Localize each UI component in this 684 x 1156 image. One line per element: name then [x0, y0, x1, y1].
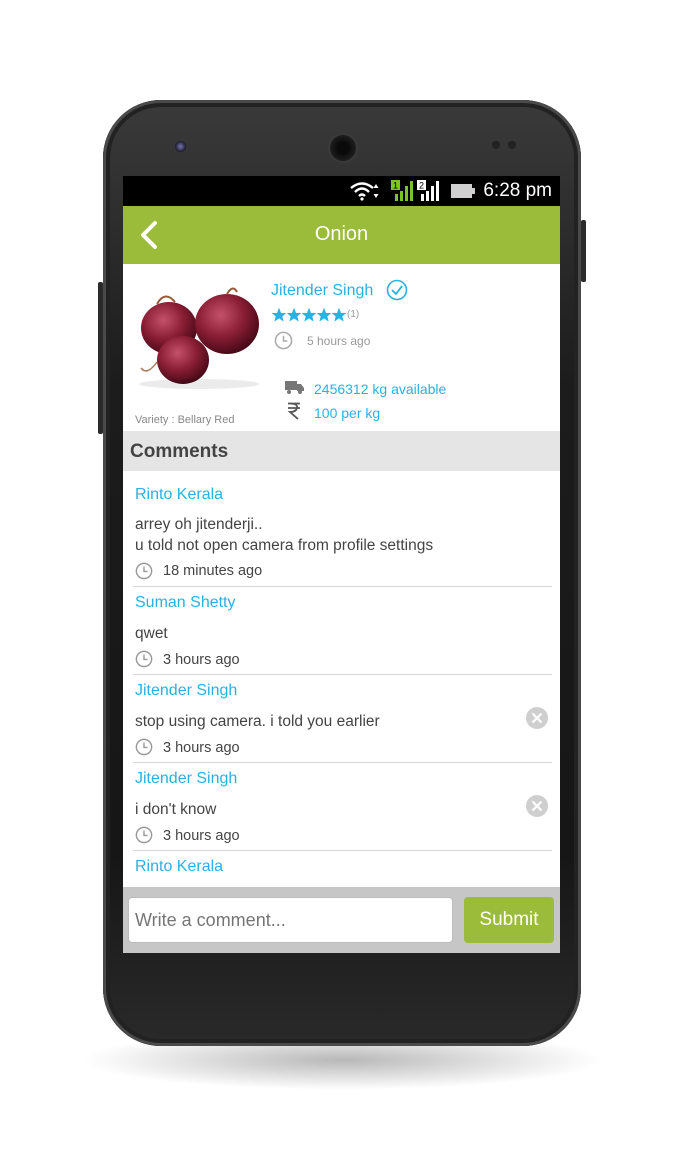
comment-item: Rinto Kerala [133, 851, 552, 887]
proximity-sensor [492, 141, 500, 149]
rating-count: (1) [347, 309, 360, 320]
comment-input[interactable] [128, 897, 453, 943]
star-icon [331, 307, 347, 322]
svg-text:2: 2 [419, 181, 424, 191]
comment-author[interactable]: Rinto Kerala [135, 486, 223, 504]
comment-time: 3 hours ago [163, 652, 240, 668]
sim2-signal-icon: 2 [417, 180, 439, 201]
variety-label: Variety : Bellary Red [135, 414, 235, 426]
power-button [581, 220, 586, 282]
seller-name[interactable]: Jitender Singh [271, 282, 373, 300]
rating-stars [271, 307, 351, 323]
earpiece-speaker [328, 133, 358, 163]
light-sensor [508, 141, 516, 149]
star-icon [286, 307, 302, 322]
availability: 2456312 kg available [314, 381, 447, 397]
star-icon [301, 307, 317, 322]
status-time: 6:28 pm [483, 180, 552, 201]
clock-icon [135, 562, 153, 580]
comments-heading: Comments [130, 441, 229, 462]
comment-time: 18 minutes ago [163, 563, 263, 579]
price: 100 per kg [314, 405, 381, 421]
comment-text: stop using camera. i told you earlier [135, 713, 380, 730]
svg-text:1: 1 [393, 181, 398, 191]
battery-icon [451, 184, 475, 198]
comment-composer: Submit [123, 887, 560, 953]
clock-icon [135, 650, 153, 668]
comment-author[interactable]: Rinto Kerala [135, 858, 223, 876]
comment-item: Rinto Kerala arrey oh jitenderji.. u tol… [133, 472, 552, 587]
clock-icon [135, 826, 153, 844]
clock-icon [135, 738, 153, 756]
truck-icon [285, 381, 304, 394]
clock-icon [274, 331, 293, 350]
onion-image [139, 287, 259, 389]
rupee-icon [287, 402, 300, 420]
comment-item: Jitender Singh i don't know 3 hours ago [133, 763, 552, 851]
comment-author[interactable]: Jitender Singh [135, 770, 237, 788]
delete-comment-icon[interactable] [526, 795, 548, 817]
submit-button[interactable]: Submit [464, 897, 554, 943]
sim1-signal-icon: 1 [391, 180, 413, 201]
comment-text: qwet [135, 625, 168, 642]
posted-time: 5 hours ago [307, 334, 371, 348]
comment-item: Jitender Singh stop using camera. i told… [133, 675, 552, 763]
comment-time: 3 hours ago [163, 828, 240, 844]
delete-comment-icon[interactable] [526, 707, 548, 729]
page-title: Onion [314, 223, 369, 245]
screen: 1 2 6:28 pm Onion Variety: Bellary Red … [123, 176, 560, 953]
star-icon [316, 307, 332, 322]
star-icon [271, 307, 287, 322]
wifi-icon [350, 182, 379, 201]
app-bar: Onion [123, 206, 560, 264]
status-bar: 1 2 6:28 pm [123, 176, 560, 206]
comment-author[interactable]: Jitender Singh [135, 682, 237, 700]
comment-author[interactable]: Suman Shetty [135, 594, 236, 612]
comment-text: arrey oh jitenderji.. u told not open ca… [135, 516, 434, 554]
verified-check-icon [386, 279, 408, 301]
comment-text: i don't know [135, 801, 217, 818]
comments-header: Comments [123, 431, 560, 471]
front-camera-icon [175, 141, 186, 152]
comment-time: 3 hours ago [163, 740, 240, 756]
comment-item: Suman Shetty qwet 3 hours ago [133, 587, 552, 675]
